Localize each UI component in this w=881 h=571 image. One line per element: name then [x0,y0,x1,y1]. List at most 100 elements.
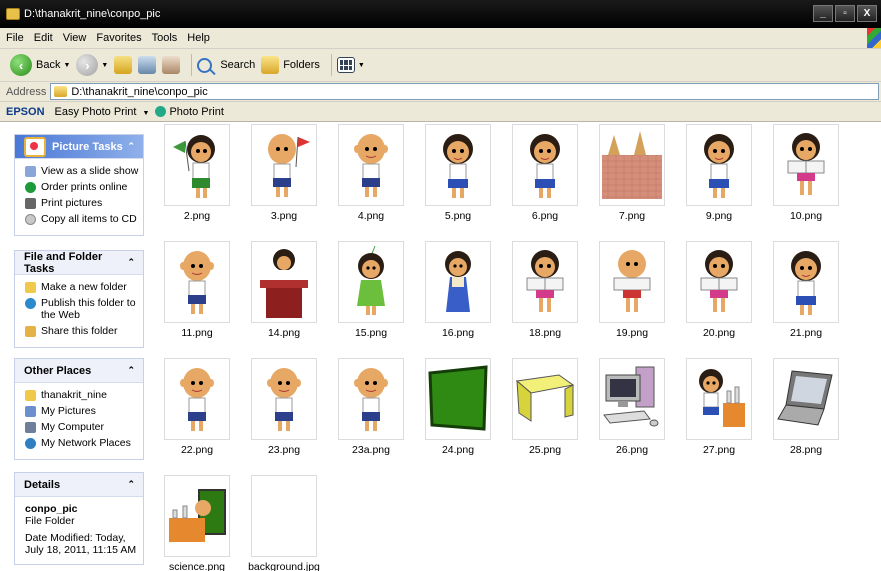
file-thumbnail[interactable] [425,124,491,206]
file-thumbnail[interactable] [338,358,404,440]
file-name[interactable]: 11.png [156,327,238,339]
copy-to-button[interactable] [162,56,181,74]
menu-file[interactable]: File [6,32,24,44]
up-folder-button[interactable] [114,56,133,74]
file-item[interactable]: 23a.png [330,358,416,456]
place-my-pictures[interactable]: My Pictures [25,405,139,417]
file-thumbnail[interactable] [686,358,752,440]
file-name[interactable]: 27.png [678,444,760,456]
close-button[interactable]: X [857,5,877,22]
back-button[interactable]: ‹ Back ▼ [10,54,70,76]
file-name[interactable]: 3.png [243,210,325,222]
file-thumbnail[interactable] [686,124,752,206]
chevron-down-icon[interactable]: ▼ [101,62,108,69]
file-item[interactable]: 2.png [156,124,242,222]
task-slideshow[interactable]: View as a slide show [25,165,139,177]
chevron-down-icon[interactable]: ▼ [63,62,70,69]
file-item[interactable]: 21.png [765,241,851,339]
task-copy-cd[interactable]: Copy all items to CD [25,213,139,225]
chevron-down-icon[interactable]: ▼ [358,62,365,69]
task-publish-web[interactable]: Publish this folder to the Web [25,297,139,321]
file-thumbnail[interactable] [512,124,578,206]
file-thumbnail[interactable] [338,241,404,323]
file-thumbnail[interactable] [599,358,665,440]
file-thumbnail[interactable] [251,241,317,323]
file-item[interactable]: 23.png [243,358,329,456]
other-places-header[interactable]: Other Places ⌃ [15,359,143,383]
folders-button[interactable]: Folders [261,56,320,74]
file-name[interactable]: 23.png [243,444,325,456]
file-thumbnail[interactable] [773,358,839,440]
task-order-prints[interactable]: Order prints online [25,181,139,193]
file-item[interactable]: 3.png [243,124,329,222]
file-name[interactable]: 15.png [330,327,412,339]
file-item[interactable]: background.jpg [243,475,329,571]
file-thumbnail[interactable] [773,241,839,323]
file-item[interactable]: 7.png [591,124,677,222]
file-item[interactable]: 20.png [678,241,764,339]
file-item[interactable]: 5.png [417,124,503,222]
task-new-folder[interactable]: Make a new folder [25,281,139,293]
file-item[interactable]: science.png [156,475,242,571]
file-item[interactable]: 24.png [417,358,503,456]
file-item[interactable]: 10.png [765,124,851,222]
task-print[interactable]: Print pictures [25,197,139,209]
file-name[interactable]: 21.png [765,327,847,339]
file-name[interactable]: 23a.png [330,444,412,456]
collapse-icon[interactable]: ⌃ [127,479,135,490]
file-folder-tasks-header[interactable]: File and Folder Tasks ⌃ [15,251,143,275]
place-my-computer[interactable]: My Computer [25,421,139,433]
task-share-folder[interactable]: Share this folder [25,325,139,337]
file-name[interactable]: 22.png [156,444,238,456]
menu-tools[interactable]: Tools [152,32,178,44]
file-item[interactable]: 11.png [156,241,242,339]
file-name[interactable]: science.png [156,561,238,571]
file-item[interactable]: 28.png [765,358,851,456]
menu-favorites[interactable]: Favorites [96,32,141,44]
picture-tasks-header[interactable]: Picture Tasks ⌃ [15,135,143,159]
file-name[interactable]: 2.png [156,210,238,222]
menu-edit[interactable]: Edit [34,32,53,44]
file-item[interactable]: 15.png [330,241,416,339]
minimize-button[interactable]: _ [813,5,833,22]
file-name[interactable]: 25.png [504,444,586,456]
file-thumbnail[interactable] [425,241,491,323]
easy-photo-print-button[interactable]: Easy Photo Print ▼ [55,106,150,118]
collapse-icon[interactable]: ⌃ [127,257,135,268]
file-name[interactable]: 4.png [330,210,412,222]
file-item[interactable]: 6.png [504,124,590,222]
file-item[interactable]: 25.png [504,358,590,456]
file-name[interactable]: background.jpg [243,561,325,571]
search-button[interactable]: Search [197,57,255,73]
place-thanakrit-nine[interactable]: thanakrit_nine [25,389,139,401]
file-thumbnail[interactable] [164,124,230,206]
file-item[interactable]: 27.png [678,358,764,456]
file-item[interactable]: 19.png [591,241,677,339]
file-thumbnail[interactable] [599,124,665,206]
details-header[interactable]: Details ⌃ [15,473,143,497]
file-name[interactable]: 19.png [591,327,673,339]
file-item[interactable]: 16.png [417,241,503,339]
file-name[interactable]: 24.png [417,444,499,456]
file-thumbnail[interactable] [251,475,317,557]
place-my-network[interactable]: My Network Places [25,437,139,449]
collapse-icon[interactable]: ⌃ [127,365,135,376]
file-thumbnail[interactable] [512,358,578,440]
file-thumbnail[interactable] [773,124,839,206]
file-thumbnail[interactable] [164,475,230,557]
file-name[interactable]: 26.png [591,444,673,456]
file-name[interactable]: 6.png [504,210,586,222]
file-name[interactable]: 16.png [417,327,499,339]
maximize-button[interactable]: ▫ [835,5,855,22]
file-thumbnail[interactable] [425,358,491,440]
file-thumbnail[interactable] [686,241,752,323]
file-name[interactable]: 20.png [678,327,760,339]
views-button[interactable]: ▼ [336,57,365,73]
move-to-button[interactable] [138,56,157,74]
file-name[interactable]: 5.png [417,210,499,222]
file-name[interactable]: 18.png [504,327,586,339]
menu-view[interactable]: View [63,32,87,44]
file-thumbnail[interactable] [251,358,317,440]
file-item[interactable]: 14.png [243,241,329,339]
file-thumbnail[interactable] [251,124,317,206]
